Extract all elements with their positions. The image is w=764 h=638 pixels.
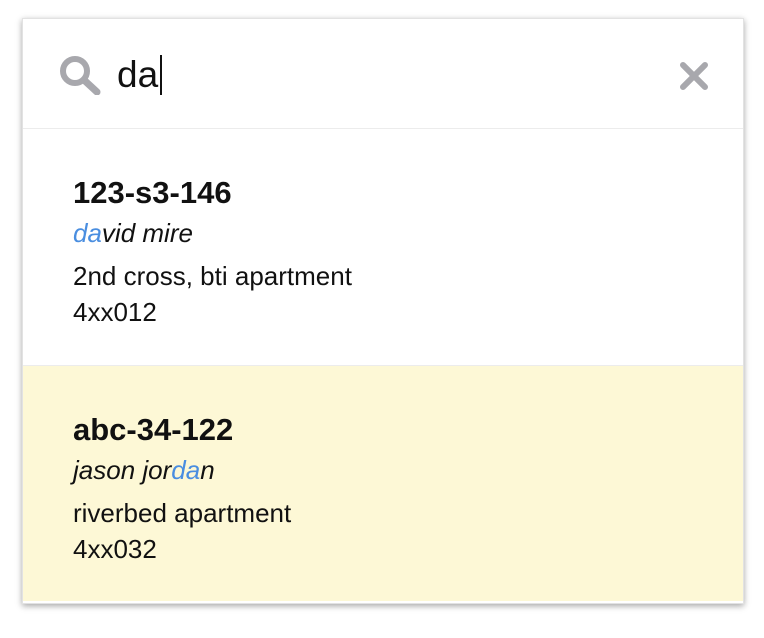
text-cursor	[160, 55, 163, 95]
name-match: da	[73, 218, 102, 248]
result-zip: 4xx032	[73, 534, 157, 564]
search-bar: da	[23, 19, 743, 129]
result-address: 2nd cross, bti apartment	[73, 261, 352, 291]
name-before-match: jason jor	[73, 455, 172, 485]
result-item[interactable]: 123-s3-146 david mire 2nd cross, bti apa…	[23, 129, 743, 365]
result-name: jason jordan	[73, 455, 215, 486]
search-icon	[59, 55, 103, 96]
result-zip: 4xx012	[73, 297, 157, 327]
close-icon[interactable]	[679, 61, 709, 91]
name-after-match: vid mire	[101, 218, 193, 248]
autocomplete-panel: da 123-s3-146 david mire 2nd cross, bti …	[22, 18, 744, 604]
search-input-value: da	[117, 54, 159, 95]
result-name: david mire	[73, 218, 193, 249]
results-list: 123-s3-146 david mire 2nd cross, bti apa…	[23, 129, 743, 601]
name-after-match: n	[200, 455, 215, 485]
result-item[interactable]: abc-34-122 jason jordan riverbed apartme…	[23, 365, 743, 601]
result-id: 123-s3-146	[73, 175, 232, 210]
result-id: abc-34-122	[73, 412, 234, 447]
search-input[interactable]: da	[117, 49, 163, 101]
name-match: da	[171, 455, 201, 485]
result-address: riverbed apartment	[73, 498, 292, 528]
